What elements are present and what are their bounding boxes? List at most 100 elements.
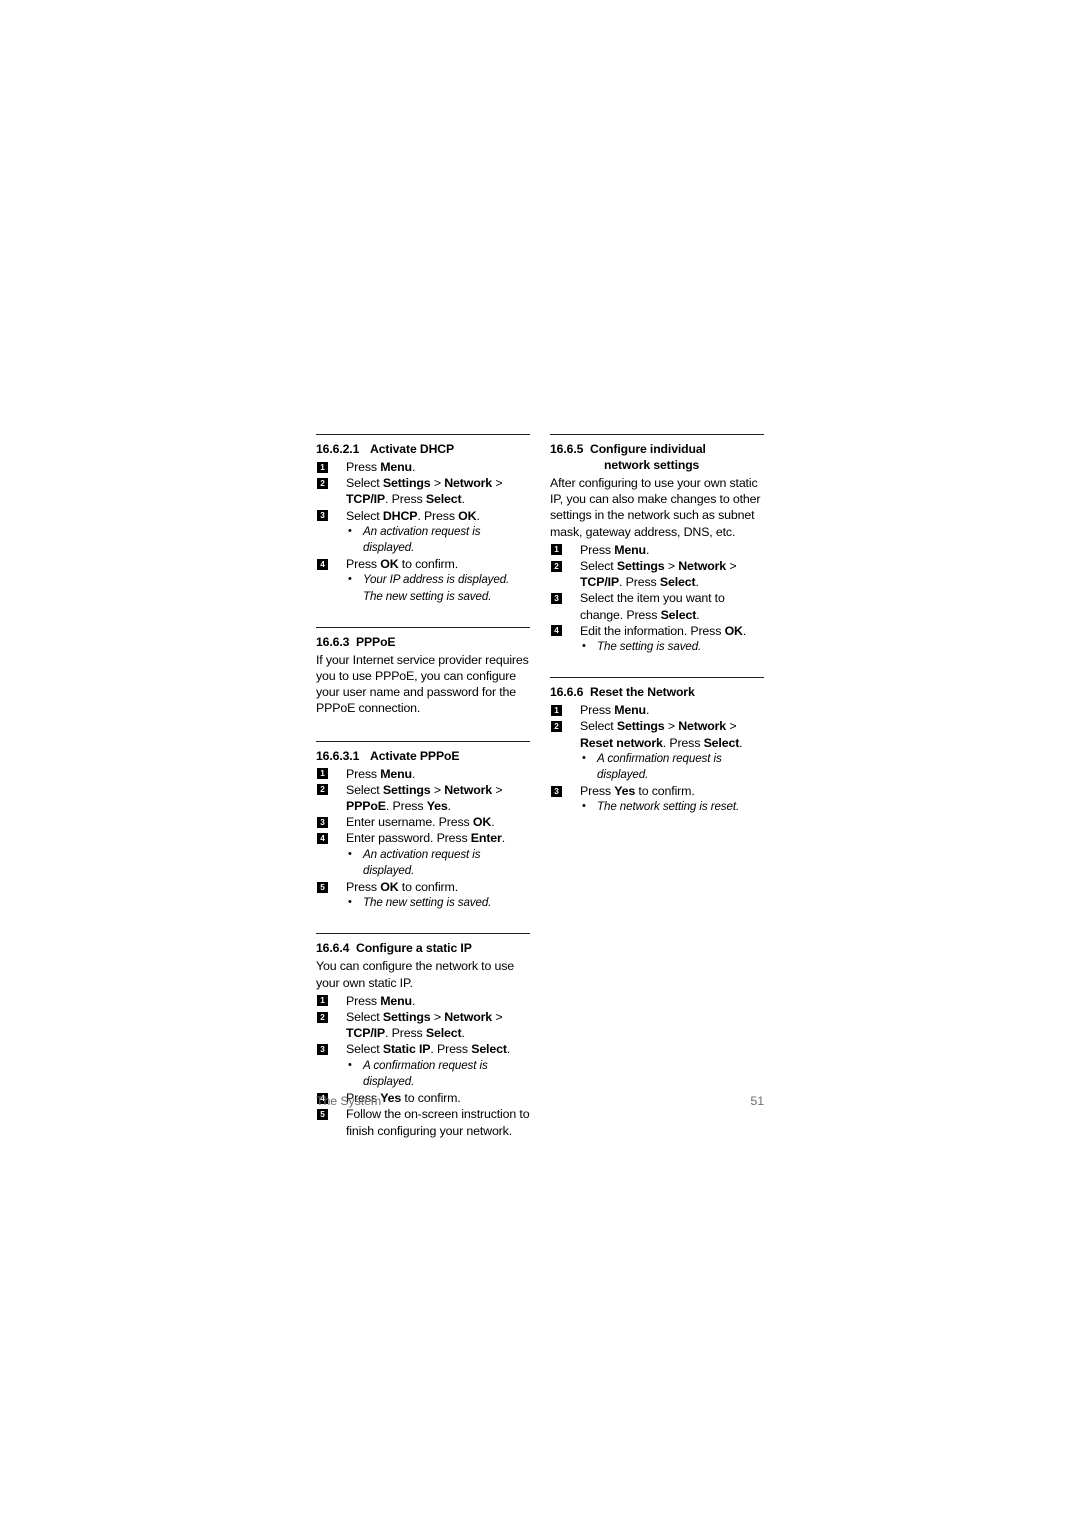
step-list-reset-network-cont: 3 Press Yes to confirm. (550, 783, 764, 799)
step-text: Press Menu. (346, 993, 416, 1008)
document-page: 16.6.2.1 Activate DHCP 1 Press Menu. 2 Sele… (0, 0, 1080, 1528)
step-badge: 4 (551, 625, 562, 637)
left-column: 16.6.2.1 Activate DHCP 1 Press Menu. 2 Sele… (316, 434, 530, 1139)
step-badge: 2 (551, 560, 562, 572)
section-rule (316, 740, 530, 742)
heading-title: Activate DHCP (370, 442, 455, 456)
note-list: The setting is saved. (550, 638, 764, 655)
step-text: Select Settings > Network > Reset networ… (580, 719, 743, 750)
note-item: A confirmation request is displayed. (550, 750, 764, 783)
step-badge: 3 (317, 816, 328, 828)
step-item: 4 Edit the information. Press OK. (550, 623, 764, 639)
heading-number: 16.6.4 (316, 941, 350, 956)
heading-title-line2: network settings (604, 458, 700, 472)
step-badge: 1 (317, 768, 328, 780)
step-text: Enter username. Press OK. (346, 815, 495, 830)
heading-number: 16.6.3.1 (316, 748, 360, 763)
step-badge: 3 (317, 510, 328, 522)
step-item: 1 Press Menu. (316, 993, 530, 1009)
step-badge: 3 (551, 592, 562, 604)
footer-section-label: The System (316, 1094, 382, 1108)
note-list: An activation request is displayed. (316, 846, 530, 879)
step-item: 1 Press Menu. (550, 702, 764, 718)
step-badge: 3 (551, 785, 562, 797)
section-rule (316, 434, 530, 435)
step-badge: 1 (317, 995, 328, 1007)
section-body: If your Internet service provider requir… (316, 652, 529, 716)
heading-title: Activate PPPoE (370, 748, 460, 763)
step-item: 2 Select Settings > Network > TCP/IP. Pre… (550, 558, 764, 590)
section-rule (316, 626, 530, 628)
step-text: Press OK to confirm. (346, 880, 458, 895)
step-list-static-ip: 1 Press Menu. 2 Select Settings > Network … (316, 993, 530, 1058)
note-item: An activation request is displayed. (316, 523, 530, 556)
step-text: Select DHCP. Press OK. (346, 508, 480, 523)
step-text: Edit the information. Press OK. (580, 623, 747, 638)
two-column-content: 16.6.2.1 Activate DHCP 1 Press Menu. 2 Sele… (316, 434, 764, 1139)
note-item: The new setting is saved. (316, 894, 530, 911)
step-text: Follow the on-screen instruction to fini… (346, 1107, 530, 1138)
step-text: Select Settings > Network > TCP/IP. Pres… (346, 476, 503, 507)
step-badge: 1 (551, 544, 562, 556)
step-text: Enter password. Press Enter. (346, 831, 506, 846)
heading-number: 16.6.2.1 (316, 442, 360, 456)
step-list-pppoe: 1 Press Menu. 2 Select Settings > Network … (316, 766, 530, 847)
note-list: The network setting is reset. (550, 798, 764, 815)
note-list: The new setting is saved. (316, 894, 530, 911)
step-item: 1 Press Menu. (316, 459, 530, 475)
step-text: Select Settings > Network > PPPoE. Press… (346, 782, 503, 814)
section-rule (316, 933, 530, 935)
step-item: 4 Enter password. Press Enter. (316, 830, 530, 846)
step-badge: 1 (551, 704, 562, 716)
step-text: Select Static IP. Press Select. (346, 1042, 511, 1057)
step-text: Select Settings > Network > TCP/IP. Pres… (580, 559, 737, 590)
step-text: Press OK to confirm. (346, 557, 458, 572)
heading-16-6-4: 16.6.4 Configure a static IP (316, 940, 530, 956)
step-list-pppoe-cont: 5 Press OK to confirm. (316, 879, 530, 895)
step-badge: 4 (317, 558, 328, 570)
step-text: Press Menu. (580, 542, 650, 557)
step-list-dhcp-cont: 4 Press OK to confirm. (316, 556, 530, 572)
step-list-reset-network: 1 Press Menu. 2 Select Settings > Network … (550, 702, 764, 751)
note-list: A confirmation request is displayed. (550, 750, 764, 783)
step-badge: 5 (317, 881, 328, 893)
step-badge: 5 (317, 1108, 328, 1120)
right-column: 16.6.5 Configure individual network setti… (550, 434, 764, 816)
step-item: 3 Select DHCP. Press OK. (316, 508, 530, 524)
section-body: After configuring to use your own static… (550, 476, 761, 539)
step-text: Press Menu. (346, 766, 416, 781)
note-item: A confirmation request is displayed. (316, 1057, 530, 1090)
note-item: An activation request is displayed. (316, 846, 530, 879)
step-item: 5 Press OK to confirm. (316, 879, 530, 895)
section-body: You can configure the network to use you… (316, 959, 515, 990)
heading-number: 16.6.3 (316, 634, 350, 649)
heading-title: PPPoE (356, 634, 396, 649)
step-item: 2 Select Settings > Network > TCP/IP. Pre… (316, 475, 530, 507)
note-list: Your IP address is displayed. The new se… (316, 571, 530, 604)
heading-16-6-6: 16.6.6 Reset the Network (550, 684, 764, 700)
note-list: An activation request is displayed. (316, 523, 530, 556)
step-item: 3 Enter username. Press OK. (316, 814, 530, 830)
step-text: Select Settings > Network > TCP/IP. Pres… (346, 1010, 503, 1041)
step-text: Press Menu. (346, 460, 416, 474)
step-item: 1 Press Menu. (316, 766, 530, 782)
step-badge: 4 (317, 832, 328, 844)
step-item: 4 Press OK to confirm. (316, 556, 530, 572)
step-badge: 1 (317, 461, 328, 473)
heading-title-line1: Configure individual (590, 442, 706, 456)
footer-page-number: 51 (750, 1094, 764, 1108)
step-badge: 2 (551, 720, 562, 732)
step-badge: 2 (317, 784, 328, 796)
step-item: 2 Select Settings > Network > TCP/IP. Pre… (316, 1009, 530, 1041)
step-item: 1 Press Menu. (550, 542, 764, 558)
heading-16-6-5: 16.6.5 Configure individual network setti… (550, 441, 764, 473)
step-item: 5 Follow the on-screen instruction to fin… (316, 1106, 530, 1138)
heading-number: 16.6.5 (550, 442, 584, 456)
step-badge: 3 (317, 1043, 328, 1055)
step-text: Select the item you want to change. Pres… (580, 591, 725, 622)
step-item: 2 Select Settings > Network > PPPoE. Pres… (316, 782, 530, 814)
